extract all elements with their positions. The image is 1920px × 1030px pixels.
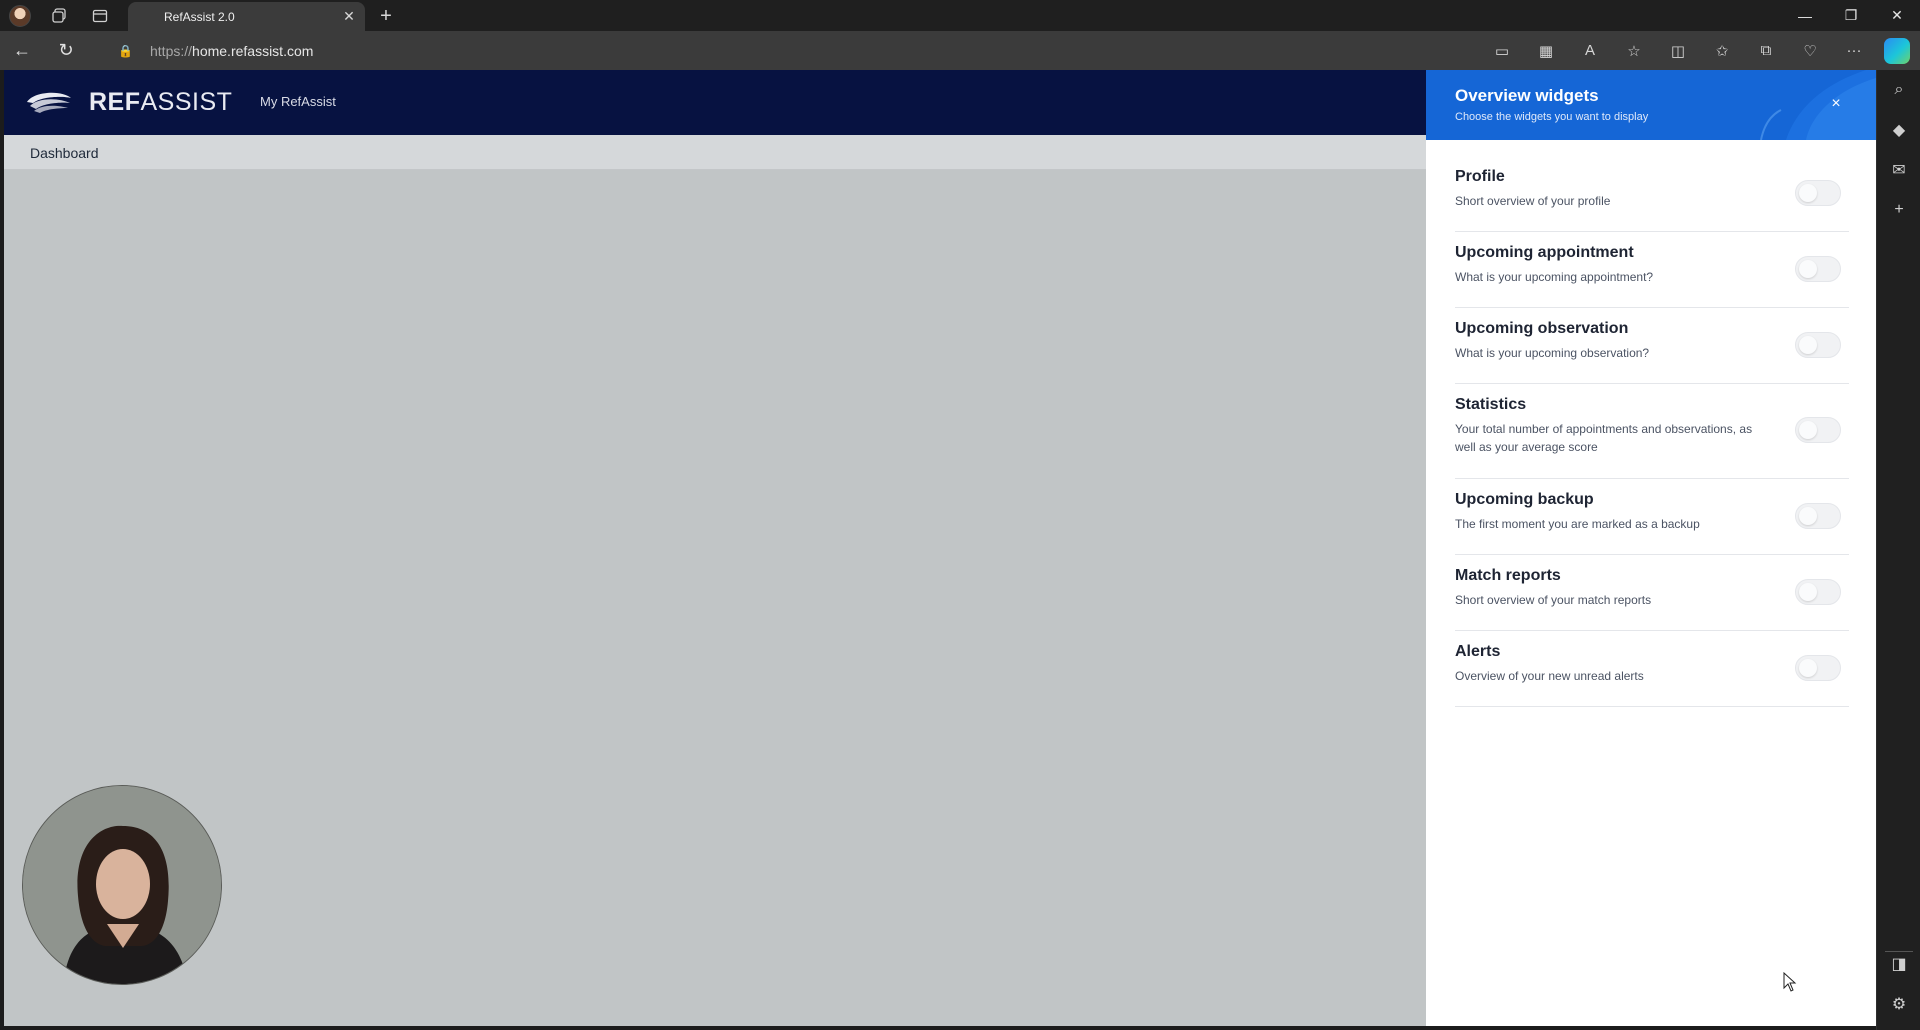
widget-row-upcoming-appointment: Upcoming appointment What is your upcomi… xyxy=(1455,232,1849,308)
browser-titlebar: RefAssist 2.0 ✕ + — ❐ ✕ xyxy=(0,0,1920,31)
outlook-icon[interactable]: ✉ xyxy=(1877,150,1920,190)
toggle-knob xyxy=(1799,658,1817,677)
edge-sidebar: ⌕ ◆ ✉ + ◨ ⚙ xyxy=(1876,70,1920,1030)
toggle-knob xyxy=(1799,259,1817,278)
settings-gear-icon[interactable]: ⚙ xyxy=(1877,984,1920,1024)
upcoming-observation-toggle[interactable] xyxy=(1795,331,1841,358)
read-aloud-icon[interactable]: A xyxy=(1568,31,1612,70)
favorites-icon[interactable]: ✩ xyxy=(1700,31,1744,70)
profile-toggle[interactable] xyxy=(1795,179,1841,206)
upcoming-backup-toggle[interactable] xyxy=(1795,502,1841,529)
window-controls: — ❐ ✕ xyxy=(1782,0,1920,31)
nav-my-refassist[interactable]: My RefAssist xyxy=(260,94,336,109)
collections-icon[interactable]: ⧉ xyxy=(1744,31,1788,70)
widget-row-profile: Profile Short overview of your profile xyxy=(1455,156,1849,232)
header-decoration-icon xyxy=(1760,70,1876,140)
toggle-knob xyxy=(1799,183,1817,202)
widget-description: What is your upcoming observation? xyxy=(1455,346,1650,360)
split-screen-icon[interactable]: ◫ xyxy=(1656,31,1700,70)
widget-title: Profile xyxy=(1455,168,1505,185)
lock-icon[interactable]: 🔒 xyxy=(118,44,136,58)
match-reports-toggle[interactable] xyxy=(1795,578,1841,605)
widget-description: Overview of your new unread alerts xyxy=(1455,669,1644,683)
panel-header: Overview widgets Choose the widgets you … xyxy=(1426,70,1876,140)
close-icon[interactable]: × xyxy=(1824,92,1848,116)
tab-close-icon[interactable]: ✕ xyxy=(341,8,357,24)
toggle-knob xyxy=(1799,421,1817,439)
widget-row-upcoming-observation: Upcoming observation What is your upcomi… xyxy=(1455,308,1849,384)
widget-title: Upcoming backup xyxy=(1455,491,1594,508)
widget-title: Match reports xyxy=(1455,567,1561,584)
restore-icon[interactable]: ❐ xyxy=(1828,0,1874,31)
widget-description: Your total number of appointments and ob… xyxy=(1455,422,1753,454)
widget-title: Upcoming appointment xyxy=(1455,244,1634,261)
copilot-sidebar-icon[interactable]: ◆ xyxy=(1877,110,1920,150)
browser-tools: ▭ ▦ A ☆ ◫ ✩ ⧉ ♡ ··· xyxy=(1480,31,1910,70)
panel-title: Overview widgets xyxy=(1455,86,1599,105)
new-tab-icon[interactable]: + xyxy=(374,4,398,28)
address-bar[interactable]: 🔒 https:// home.refassist.com xyxy=(106,35,1486,66)
widget-title: Alerts xyxy=(1455,643,1501,660)
widget-description: The first moment you are marked as a bac… xyxy=(1455,517,1700,531)
close-window-icon[interactable]: ✕ xyxy=(1874,0,1920,31)
mouse-cursor-icon xyxy=(1783,972,1797,992)
widget-row-upcoming-backup: Upcoming backup The first moment you are… xyxy=(1455,479,1849,555)
profile-icon[interactable] xyxy=(0,0,40,31)
nav-dashboard[interactable]: Dashboard xyxy=(30,145,99,161)
favorite-star-icon[interactable]: ☆ xyxy=(1612,31,1656,70)
browser-essentials-icon[interactable]: ♡ xyxy=(1788,31,1832,70)
browser-tab-active[interactable]: RefAssist 2.0 ✕ xyxy=(128,2,365,31)
widget-title: Upcoming observation xyxy=(1455,320,1629,337)
workspaces-icon[interactable] xyxy=(40,0,80,31)
minimize-icon[interactable]: — xyxy=(1782,0,1828,31)
copilot-icon[interactable] xyxy=(1884,37,1910,64)
toggle-knob xyxy=(1799,335,1817,354)
url-host: home.refassist.com xyxy=(192,42,314,59)
refassist-logo-icon[interactable] xyxy=(24,88,74,116)
qr-code-icon[interactable]: ▦ xyxy=(1524,31,1568,70)
widget-row-statistics: Statistics Your total number of appointm… xyxy=(1455,384,1849,479)
widget-row-alerts: Alerts Overview of your new unread alert… xyxy=(1455,631,1849,707)
tab-title: RefAssist 2.0 xyxy=(164,9,235,24)
widget-title: Statistics xyxy=(1455,396,1527,413)
widget-description: Short overview of your profile xyxy=(1455,194,1611,208)
overview-widgets-panel: Overview widgets Choose the widgets you … xyxy=(1426,70,1876,1026)
webcam-bubble xyxy=(22,785,222,985)
statistics-toggle[interactable] xyxy=(1795,417,1841,443)
app-available-icon[interactable]: ▭ xyxy=(1480,31,1524,70)
profile-avatar xyxy=(9,4,31,27)
app-logo-text[interactable]: REFASSIST xyxy=(89,88,232,117)
presenter-video-image xyxy=(23,786,221,984)
search-icon[interactable]: ⌕ xyxy=(1877,70,1920,110)
widget-description: What is your upcoming appointment? xyxy=(1455,270,1654,284)
panel-subtitle: Choose the widgets you want to display xyxy=(1455,111,1649,123)
logo-bold: REF xyxy=(89,88,141,116)
more-menu-icon[interactable]: ··· xyxy=(1832,31,1876,70)
logo-light: ASSIST xyxy=(140,88,233,116)
url-protocol: https:// xyxy=(150,42,193,59)
sidebar-bottom: ◨ ⚙ xyxy=(1877,944,1920,1024)
widget-description: Short overview of your match reports xyxy=(1455,593,1652,607)
widget-row-match-reports: Match reports Short overview of your mat… xyxy=(1455,555,1849,631)
refresh-icon[interactable]: ↻ xyxy=(44,31,88,70)
widget-list: Profile Short overview of your profile U… xyxy=(1455,156,1849,707)
add-app-icon[interactable]: + xyxy=(1877,190,1920,230)
browser-toolbar: ← ↻ 🔒 https:// home.refassist.com ▭ ▦ A … xyxy=(0,31,1920,70)
toggle-knob xyxy=(1799,582,1817,601)
tab-actions-icon[interactable] xyxy=(80,0,120,31)
hide-sidebar-icon[interactable]: ◨ xyxy=(1877,944,1920,984)
back-icon[interactable]: ← xyxy=(0,31,44,70)
toggle-knob xyxy=(1799,506,1817,525)
alerts-toggle[interactable] xyxy=(1795,654,1841,681)
upcoming-appointment-toggle[interactable] xyxy=(1795,255,1841,282)
